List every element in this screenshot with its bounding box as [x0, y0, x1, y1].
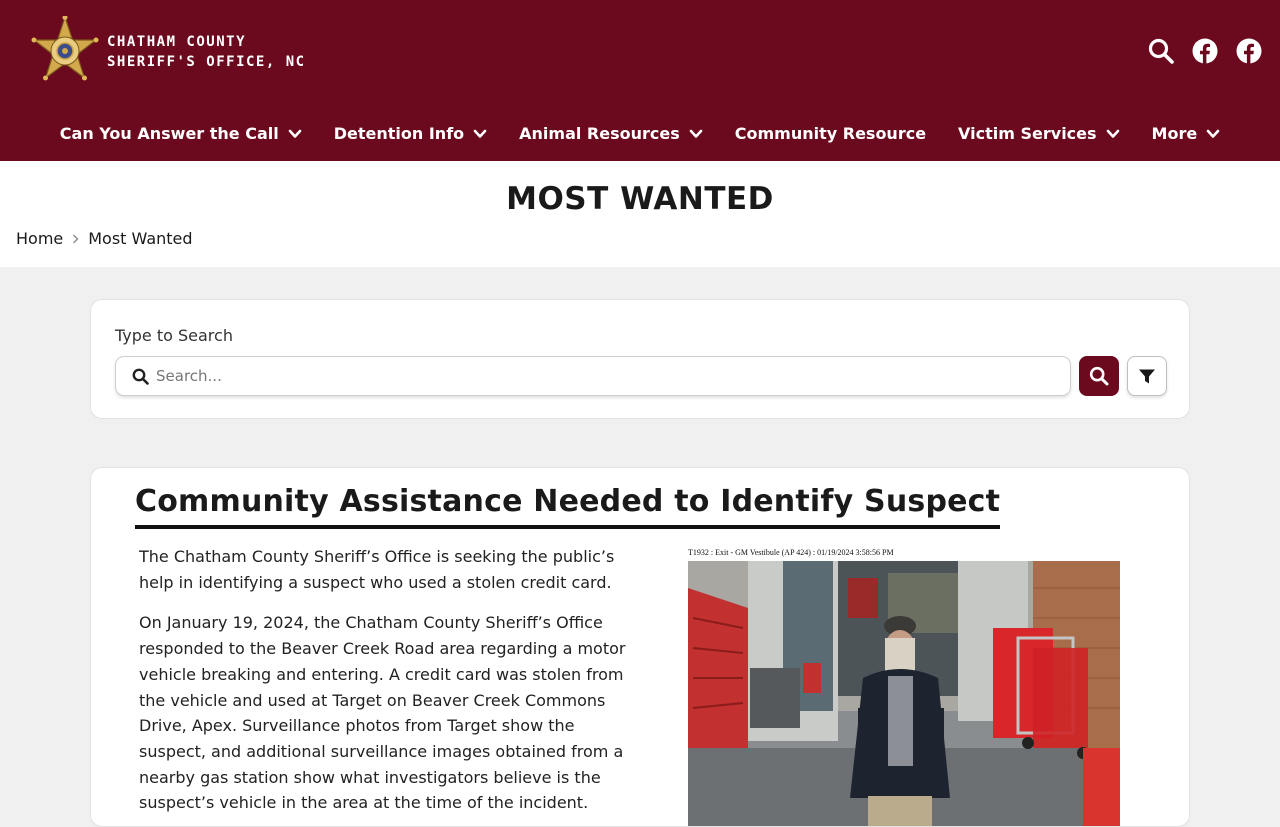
article-card: Community Assistance Needed to Identify …	[90, 467, 1190, 827]
search-field[interactable]	[115, 356, 1071, 396]
chevron-down-icon	[1206, 129, 1220, 138]
nav-item-label: Community Resource	[734, 124, 927, 143]
article-title[interactable]: Community Assistance Needed to Identify …	[135, 484, 1001, 529]
nav-item-label: Victim Services	[958, 124, 1097, 143]
article-body: The Chatham County Sheriff’s Office is s…	[139, 544, 639, 826]
search-input[interactable]	[156, 363, 1036, 389]
filter-button[interactable]	[1127, 356, 1167, 396]
site-header: CHATHAM COUNTY SHERIFF'S OFFICE, NC Can …	[0, 0, 1280, 161]
surveillance-photo: T1932 : Exit - GM Vestibule (AP 424) : 0…	[688, 548, 1120, 826]
nav-item-answer-the-call[interactable]: Can You Answer the Call	[44, 124, 318, 143]
site-name-line2: SHERIFF'S OFFICE, NC	[107, 54, 306, 70]
main-nav: Can You Answer the Call Detention Info A…	[0, 124, 1280, 143]
facebook-icon[interactable]	[1192, 38, 1218, 64]
nav-item-animal-resources[interactable]: Animal Resources	[503, 124, 719, 143]
search-icon	[132, 368, 149, 385]
breadcrumb-current: Most Wanted	[88, 229, 193, 248]
nav-item-detention-info[interactable]: Detention Info	[318, 124, 503, 143]
search-submit-button[interactable]	[1079, 356, 1119, 396]
nav-item-more[interactable]: More	[1136, 124, 1237, 143]
nav-item-label: Animal Resources	[519, 124, 680, 143]
breadcrumb-home-link[interactable]: Home	[16, 229, 63, 248]
nav-item-label: Can You Answer the Call	[59, 124, 279, 143]
search-label: Type to Search	[115, 326, 233, 345]
nav-item-victim-services[interactable]: Victim Services	[942, 124, 1135, 143]
search-panel: Type to Search	[90, 299, 1190, 419]
sheriff-star-badge-icon	[31, 16, 99, 81]
chevron-down-icon	[473, 129, 487, 138]
article-paragraph: The Chatham County Sheriff’s Office is s…	[139, 547, 615, 592]
chevron-down-icon	[1106, 129, 1119, 138]
site-name-line1: CHATHAM COUNTY	[107, 34, 247, 50]
search-icon[interactable]	[1148, 38, 1174, 64]
search-icon	[1089, 366, 1109, 386]
surveillance-image	[688, 561, 1120, 826]
facebook-icon[interactable]	[1236, 38, 1262, 64]
article-paragraph: On January 19, 2024, the Chatham County …	[139, 613, 626, 813]
page-title-bar: MOST WANTED Home Most Wanted	[0, 161, 1280, 267]
chevron-down-icon	[689, 129, 703, 138]
breadcrumb: Home Most Wanted	[16, 229, 193, 248]
nav-item-label: Detention Info	[333, 124, 465, 143]
page-title: MOST WANTED	[506, 181, 774, 217]
nav-item-community-resource[interactable]: Community Resource	[719, 124, 942, 143]
chevron-down-icon	[288, 129, 302, 138]
filter-icon	[1139, 369, 1155, 383]
site-logo[interactable]: CHATHAM COUNTY SHERIFF'S OFFICE, NC	[28, 16, 306, 88]
chevron-right-icon	[73, 234, 79, 243]
nav-item-label: More	[1151, 124, 1198, 143]
